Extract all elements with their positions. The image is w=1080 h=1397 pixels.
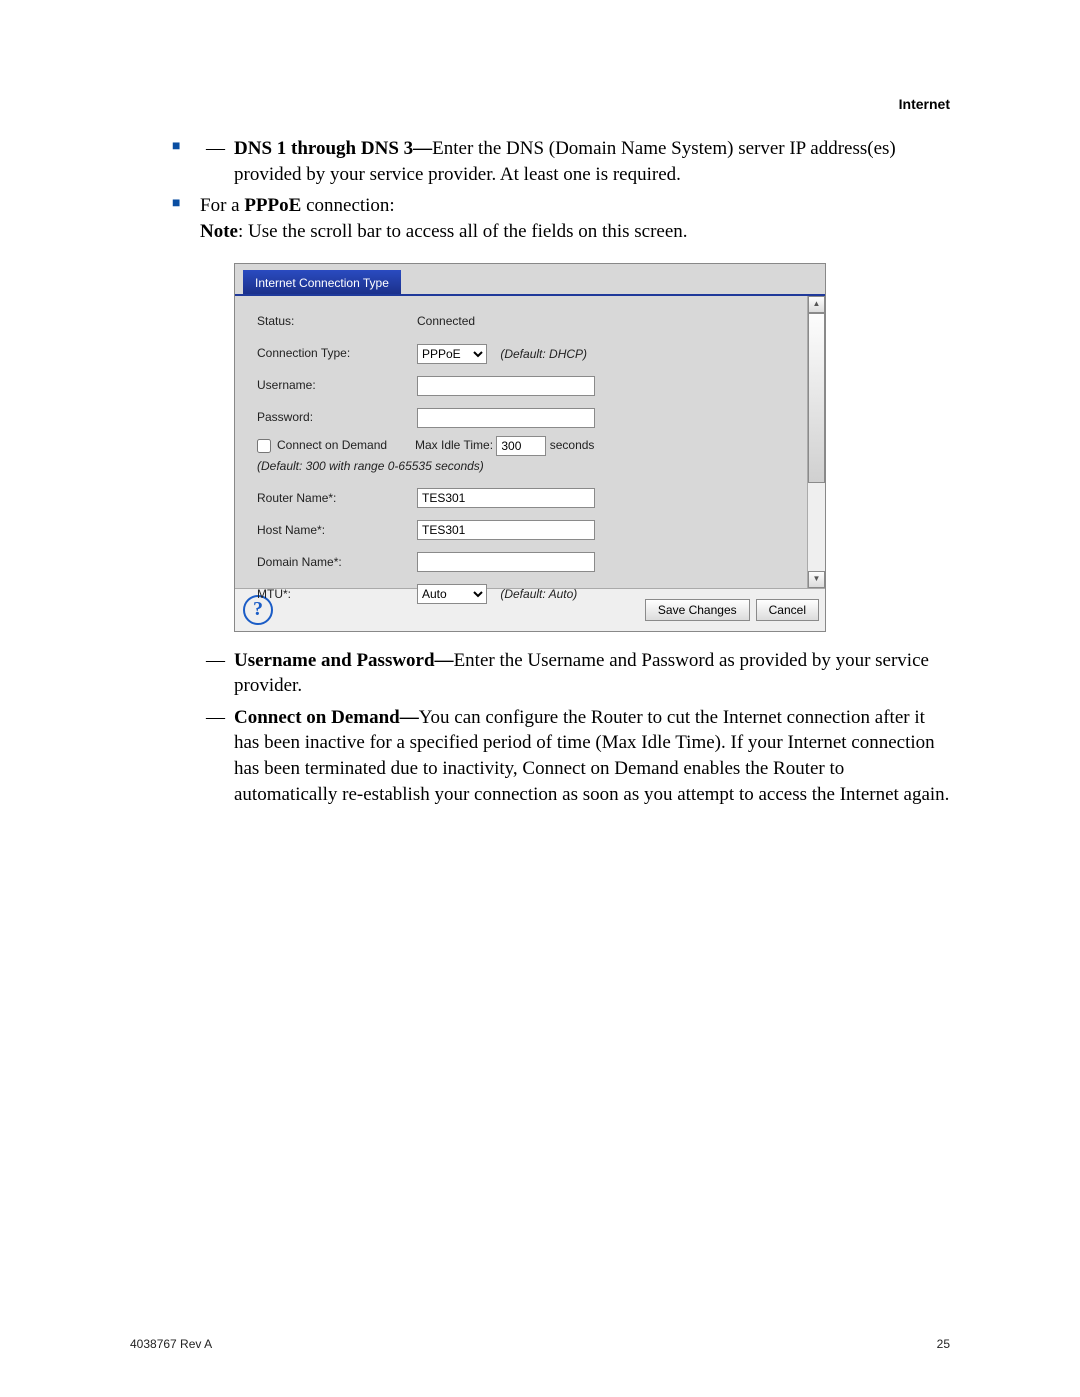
router-name-label: Router Name*:	[257, 490, 417, 506]
connect-on-demand-checkbox[interactable]	[257, 439, 271, 453]
username-input[interactable]	[417, 376, 595, 396]
body-text: DNS 1 through DNS 3—Enter the DNS (Domai…	[130, 136, 950, 807]
domain-name-input[interactable]	[417, 552, 595, 572]
router-screenshot: Internet Connection Type Status: Connect…	[234, 263, 950, 632]
mtu-hint: (Default: Auto)	[500, 587, 577, 601]
host-name-label: Host Name*:	[257, 522, 417, 538]
scrollbar-up-icon[interactable]: ▲	[808, 296, 825, 313]
tab-internet-connection-type[interactable]: Internet Connection Type	[243, 270, 401, 296]
list-item-top-hidden: DNS 1 through DNS 3—Enter the DNS (Domai…	[200, 136, 950, 187]
scrollbar-thumb[interactable]	[808, 313, 825, 483]
page-footer: 4038767 Rev A 25	[130, 1337, 950, 1351]
connect-on-demand-label: Connect on Demand	[277, 437, 415, 453]
username-label: Username:	[257, 377, 417, 393]
status-value: Connected	[417, 313, 797, 329]
password-input[interactable]	[417, 408, 595, 428]
router-ui: Internet Connection Type Status: Connect…	[234, 263, 826, 632]
pppoe-intro-b: connection:	[301, 195, 394, 216]
list-item-pppoe: For a PPPoE connection: Note: Use the sc…	[200, 193, 950, 807]
max-idle-input[interactable]	[496, 436, 546, 456]
footer-page-number: 25	[937, 1337, 950, 1351]
scrollbar[interactable]: ▲ ▼	[807, 296, 825, 588]
pppoe-intro-bold: PPPoE	[244, 195, 301, 216]
mtu-select[interactable]: Auto	[417, 584, 487, 604]
note-bold: Note	[200, 221, 238, 242]
status-label: Status:	[257, 313, 417, 329]
tab-row: Internet Connection Type	[235, 264, 825, 296]
password-label: Password:	[257, 409, 417, 425]
connection-type-select[interactable]: PPPoE	[417, 344, 487, 364]
list-item-username-password: Username and Password—Enter the Username…	[234, 648, 950, 699]
pppoe-intro-a: For a	[200, 195, 244, 216]
domain-name-label: Domain Name*:	[257, 554, 417, 570]
host-name-input[interactable]	[417, 520, 595, 540]
note-text: : Use the scroll bar to access all of th…	[238, 221, 688, 242]
mtu-label: MTU*:	[257, 586, 417, 602]
section-header: Internet	[899, 96, 950, 112]
up-bold: Username and Password—	[234, 650, 454, 671]
form-scroll: Status: Connected Connection Type: PPPoE	[235, 296, 807, 588]
default-idle-hint: (Default: 300 with range 0-65535 seconds…	[257, 458, 797, 474]
dns-bold: DNS 1 through DNS 3—	[234, 138, 432, 159]
page: Internet DNS 1 through DNS 3—Enter the D…	[0, 0, 1080, 1397]
router-name-input[interactable]	[417, 488, 595, 508]
connect-on-demand-row: Connect on Demand Max Idle Time: seconds	[257, 436, 797, 456]
seconds-label: seconds	[550, 437, 595, 453]
footer-doc-id: 4038767 Rev A	[130, 1337, 212, 1351]
max-idle-label: Max Idle Time:	[415, 437, 493, 453]
list-item-connect-on-demand: Connect on Demand—You can configure the …	[234, 705, 950, 808]
cod-bold: Connect on Demand—	[234, 707, 419, 728]
list-item-dns: DNS 1 through DNS 3—Enter the DNS (Domai…	[234, 136, 950, 187]
scrollbar-down-icon[interactable]: ▼	[808, 571, 825, 588]
form-area: Status: Connected Connection Type: PPPoE	[235, 296, 825, 588]
connection-type-hint: (Default: DHCP)	[500, 347, 587, 361]
connection-type-label: Connection Type:	[257, 345, 417, 361]
